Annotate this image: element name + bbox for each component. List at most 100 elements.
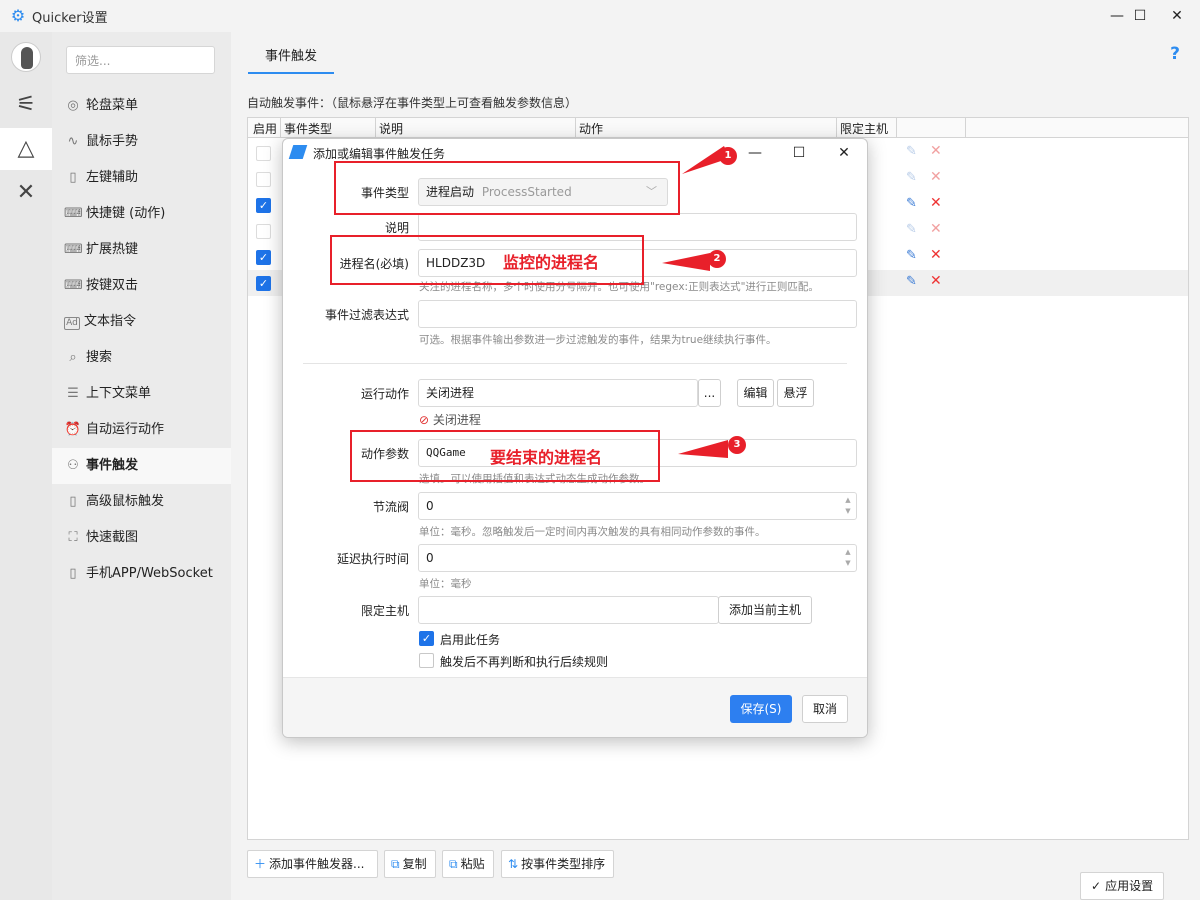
sidebar-item-double-key[interactable]: ⌨ 按键双击	[52, 268, 231, 304]
copy-button[interactable]: ⧉ 复制	[384, 850, 436, 878]
sidebar-item-wheel-menu[interactable]: ◎ 轮盘菜单	[52, 88, 231, 124]
stepper-icon[interactable]: ▲ ▼	[844, 495, 852, 517]
sort-by-event-type-button[interactable]: ⇅ 按事件类型排序	[501, 850, 614, 878]
edit-action-button[interactable]: 编辑	[737, 379, 774, 407]
button-label: 应用设置	[1105, 879, 1154, 893]
stop-rules-checkbox[interactable]	[419, 653, 434, 668]
sidebar-item-shortcut-action[interactable]: ⌨ 快捷键 (动作)	[52, 196, 231, 232]
filter-input[interactable]: 筛选...	[66, 46, 215, 74]
sidebar-item-advanced-mouse[interactable]: ▯ 高级鼠标触发	[52, 484, 231, 520]
row-enabled-checkbox[interactable]: ✓	[256, 250, 271, 265]
close-button[interactable]: ✕	[1154, 0, 1200, 32]
dialog-minimize-button[interactable]: —	[735, 141, 775, 165]
pencil-icon[interactable]: ✎	[906, 144, 917, 159]
alarm-icon: ⏰	[64, 422, 82, 437]
copy-icon: ⧉	[391, 857, 400, 871]
run-action-input[interactable]: 关闭进程	[418, 379, 698, 407]
sidebar-item-label: 高级鼠标触发	[86, 494, 165, 509]
row-enabled-checkbox[interactable]	[256, 172, 271, 187]
save-button[interactable]: 保存(S)	[730, 695, 792, 723]
pencil-icon[interactable]: ✎	[906, 248, 917, 263]
sidebar-item-screenshot[interactable]: ⛶ 快速截图	[52, 520, 231, 556]
throttle-input[interactable]: 0 ▲ ▼	[418, 492, 857, 520]
delete-icon[interactable]: ✕	[930, 221, 942, 237]
dialog-maximize-button[interactable]: ☐	[779, 141, 819, 165]
delete-icon[interactable]: ✕	[930, 195, 942, 211]
auto-trigger-hint: 自动触发事件：（鼠标悬浮在事件类型上可查看触发参数信息）	[247, 96, 578, 110]
button-label: 添加事件触发器...	[269, 857, 365, 871]
stepper-icon[interactable]: ▲ ▼	[844, 547, 852, 569]
add-event-trigger-button[interactable]: ＋添加事件触发器...	[247, 850, 378, 878]
delay-value: 0	[426, 551, 434, 565]
row-enabled-checkbox[interactable]	[256, 146, 271, 161]
sidebar-item-extended-hotkey[interactable]: ⌨ 扩展热键	[52, 232, 231, 268]
enable-task-checkbox[interactable]: ✓	[419, 631, 434, 646]
delete-icon[interactable]: ✕	[930, 247, 942, 263]
sidebar-item-mobile-app[interactable]: ▯ 手机APP/WebSocket	[52, 556, 231, 592]
sidebar-item-label: 快捷键 (动作)	[86, 206, 166, 221]
tools-icon[interactable]: ✕	[0, 172, 52, 214]
column-header-action[interactable]: 动作	[579, 120, 603, 137]
column-header-host[interactable]: 限定主机	[840, 120, 888, 137]
gear-icon: ⚙	[10, 6, 26, 25]
column-header-event-type[interactable]: 事件类型	[284, 120, 332, 137]
sidebar-item-auto-run[interactable]: ⏰ 自动运行动作	[52, 412, 231, 448]
mouse-icon: ▯	[69, 170, 77, 185]
tab-event-trigger[interactable]: 事件触发	[248, 40, 334, 74]
cancel-button[interactable]: 取消	[802, 695, 848, 723]
add-current-host-button[interactable]: 添加当前主机	[718, 596, 812, 624]
pencil-icon[interactable]: ✎	[906, 170, 917, 185]
sidebar-item-mouse-gesture[interactable]: ∿ 鼠标手势	[52, 124, 231, 160]
row-enabled-checkbox[interactable]	[256, 224, 271, 239]
filter-expression-input[interactable]	[418, 300, 857, 328]
pencil-icon[interactable]: ✎	[906, 196, 917, 211]
sliders-icon[interactable]: ⚟	[0, 84, 52, 126]
delete-icon[interactable]: ✕	[930, 169, 942, 185]
delay-input[interactable]: 0 ▲ ▼	[418, 544, 857, 572]
row-enabled-checkbox[interactable]: ✓	[256, 276, 271, 291]
sidebar-item-left-click-assist[interactable]: ▯ 左键辅助	[52, 160, 231, 196]
sidebar-item-text-command[interactable]: Ad 文本指令	[52, 304, 231, 340]
pencil-icon[interactable]: ✎	[906, 274, 917, 289]
dialog-close-button[interactable]: ✕	[824, 141, 864, 165]
plus-icon: ＋	[254, 857, 267, 871]
sidebar: 筛选... ◎ 轮盘菜单 ∿ 鼠标手势 ▯ 左键辅助 ⌨ 快捷键 (动作) ⌨ 扩展热键 …	[52, 32, 231, 900]
check-icon: ✓	[1091, 879, 1102, 893]
column-header-enabled[interactable]: 启用	[253, 120, 277, 137]
host-input[interactable]	[418, 596, 719, 624]
shapes-icon[interactable]: △	[0, 128, 52, 170]
help-icon[interactable]: ?	[1170, 44, 1180, 64]
browse-action-button[interactable]: ...	[698, 379, 721, 407]
float-action-button[interactable]: 悬浮	[777, 379, 814, 407]
delay-hint: 单位：毫秒	[419, 578, 472, 590]
paste-button[interactable]: ⧉ 粘贴	[442, 850, 494, 878]
pencil-icon[interactable]: ✎	[906, 222, 917, 237]
sidebar-item-event-trigger[interactable]: ⚇ 事件触发	[52, 448, 231, 484]
screenshot-icon: ⛶	[68, 530, 78, 545]
forbidden-icon: ⊘	[419, 413, 430, 427]
phone-icon: ▯	[69, 566, 77, 581]
sidebar-item-search[interactable]: ⌕ 搜索	[52, 340, 231, 376]
gesture-icon: ∿	[67, 134, 79, 149]
sort-icon: ⇅	[508, 857, 519, 871]
sidebar-item-context-menu[interactable]: ☰ 上下文菜单	[52, 376, 231, 412]
sidebar-item-label: 快速截图	[86, 530, 139, 545]
quicker-logo-icon	[288, 145, 308, 159]
row-enabled-checkbox[interactable]: ✓	[256, 198, 271, 213]
annotation-marker-1: 1	[719, 147, 737, 165]
throttle-label: 节流阀	[372, 500, 409, 514]
column-header-description[interactable]: 说明	[379, 120, 403, 137]
icon-rail: ⚟ △ ✕	[0, 32, 52, 900]
sidebar-item-label: 按键双击	[86, 278, 139, 293]
annotation-marker-2: 2	[708, 250, 726, 268]
delete-icon[interactable]: ✕	[930, 143, 942, 159]
annotation-param-note: 要结束的进程名	[490, 448, 603, 467]
sidebar-item-label: 上下文菜单	[86, 386, 152, 401]
divider	[303, 363, 847, 364]
dialog-title: 添加或编辑事件触发任务	[313, 147, 446, 161]
apply-settings-button[interactable]: ✓ 应用设置	[1080, 872, 1165, 900]
delete-icon[interactable]: ✕	[930, 273, 942, 289]
avatar[interactable]	[11, 42, 41, 72]
button-label: 粘贴	[460, 857, 485, 871]
stop-rules-label: 触发后不再判断和执行后续规则	[440, 655, 609, 669]
